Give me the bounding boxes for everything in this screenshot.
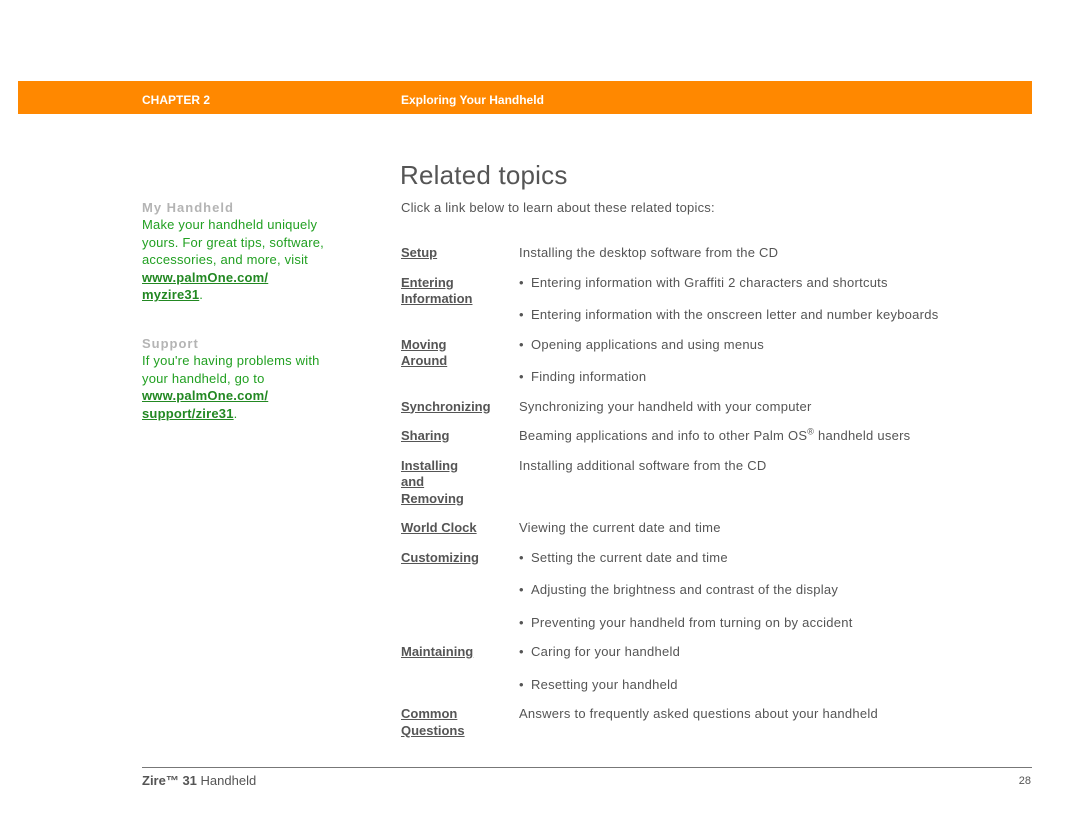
sidebar-heading: My Handheld bbox=[142, 200, 234, 215]
topic-link[interactable]: Synchronizing bbox=[401, 399, 519, 416]
chapter-label: CHAPTER 2 bbox=[142, 93, 211, 107]
topic-item: • Finding information bbox=[519, 369, 1021, 386]
topic-item-text: Beaming applications and info to other P… bbox=[519, 426, 911, 443]
topic-item: • Resetting your handheld bbox=[519, 677, 1021, 694]
topic-item: Viewing the current date and time bbox=[519, 520, 1021, 537]
bullet-icon: • bbox=[519, 336, 524, 352]
topic-item: • Opening applications and using menus bbox=[519, 337, 1021, 354]
topic-row: Customizing • Setting the current date and… bbox=[401, 550, 1021, 632]
bullet-icon: • bbox=[519, 644, 524, 659]
related-topics-list: Setup Installing the desktop software fro… bbox=[401, 245, 1021, 752]
registered-mark: ® bbox=[807, 426, 815, 437]
topic-item: • Preventing your handheld from turning o… bbox=[519, 615, 1021, 632]
chapter-header-bar: CHAPTER 2 Exploring Your Handheld bbox=[18, 81, 1032, 114]
topic-item-text: Installing additional software from the … bbox=[519, 457, 767, 473]
sidebar: My Handheld Make your handheld uniquely … bbox=[142, 199, 332, 453]
myzire31-link[interactable]: www.palmOne.com/ myzire31 bbox=[142, 270, 268, 303]
bullet-icon: • bbox=[519, 369, 524, 384]
topic-link[interactable]: Common Questions bbox=[401, 706, 481, 739]
topic-link[interactable]: Entering Information bbox=[401, 275, 481, 324]
bullet-icon: • bbox=[519, 274, 524, 290]
topic-description: Answers to frequently asked questions ab… bbox=[519, 706, 1021, 739]
topic-item-text: Opening applications and using menus bbox=[531, 336, 765, 352]
sidebar-block-support: Support If you're having problems with y… bbox=[142, 335, 332, 422]
topic-item-text: Entering information with the onscreen l… bbox=[531, 307, 939, 322]
topic-row: Entering Information • Entering informatio… bbox=[401, 275, 1021, 324]
sidebar-suffix: . bbox=[199, 287, 204, 303]
topic-description: • Caring for your handheld • Resetting your… bbox=[519, 644, 1021, 693]
sidebar-suffix: . bbox=[233, 405, 238, 421]
topic-item: • Entering information with the onscreen … bbox=[519, 307, 1021, 324]
topic-link[interactable]: Customizing bbox=[401, 550, 519, 632]
topic-row: Common Questions Answers to frequently as… bbox=[401, 706, 1021, 739]
topic-item: • Caring for your handheld bbox=[519, 644, 1021, 661]
topic-description: Beaming applications and info to other P… bbox=[519, 426, 1021, 445]
topic-item-text: Answers to frequently asked questions ab… bbox=[519, 706, 878, 721]
topic-description: Installing additional software from the … bbox=[519, 458, 1021, 508]
topic-link[interactable]: Maintaining bbox=[401, 644, 519, 693]
topic-link[interactable]: Installing and Removing bbox=[401, 458, 481, 508]
bullet-icon: • bbox=[519, 676, 524, 692]
support-link[interactable]: www.palmOne.com/ support/zire31 bbox=[142, 388, 268, 421]
topic-item: Installing additional software from the … bbox=[519, 458, 1021, 475]
topic-description: Synchronizing your handheld with your co… bbox=[519, 399, 1021, 416]
page-title: Related topics bbox=[400, 160, 568, 190]
sidebar-text: If you're having problems with your hand… bbox=[142, 352, 332, 422]
topic-item-text: Installing the desktop software from the… bbox=[519, 245, 779, 260]
topic-description: • Setting the current date and time • Adjus… bbox=[519, 550, 1021, 632]
topic-item-text: Resetting your handheld bbox=[531, 676, 678, 692]
topic-row: World Clock Viewing the current date and … bbox=[401, 520, 1021, 537]
topic-item-text: Viewing the current date and time bbox=[519, 520, 721, 535]
bullet-icon: • bbox=[519, 549, 524, 565]
topic-row: Sharing Beaming applications and info to … bbox=[401, 426, 1021, 445]
footer-product-suffix: Handheld bbox=[196, 773, 257, 788]
topic-item-text: Adjusting the brightness and contrast of… bbox=[531, 582, 839, 597]
bullet-icon: • bbox=[519, 307, 524, 322]
topic-row: Moving Around • Opening applications and u… bbox=[401, 337, 1021, 386]
topic-item: • Adjusting the brightness and contrast o… bbox=[519, 582, 1021, 599]
topic-description: Viewing the current date and time bbox=[519, 520, 1021, 537]
topic-item: Beaming applications and info to other P… bbox=[519, 426, 1021, 445]
footer-product-name: Zire™ 31 bbox=[142, 773, 197, 788]
sidebar-block-my-handheld: My Handheld Make your handheld uniquely … bbox=[142, 199, 332, 304]
topic-item-text: Caring for your handheld bbox=[531, 644, 681, 659]
topic-description: • Entering information with Graffiti 2 ch… bbox=[519, 275, 1021, 324]
sidebar-heading: Support bbox=[142, 335, 199, 351]
topic-item-text: Entering information with Graffiti 2 cha… bbox=[531, 274, 888, 290]
topic-item-text: Finding information bbox=[531, 369, 647, 384]
topic-row: Maintaining • Caring for your handheld • Res… bbox=[401, 644, 1021, 693]
sidebar-body: Make your handheld uniquely yours. For g… bbox=[142, 217, 324, 268]
topic-link[interactable]: Moving Around bbox=[401, 337, 481, 386]
sidebar-body: If you're having problems with your hand… bbox=[142, 352, 320, 386]
topic-item-text: Preventing your handheld from turning on… bbox=[531, 614, 853, 630]
footer-product: Zire™ 31 Handheld bbox=[142, 773, 256, 788]
intro-text: Click a link below to learn about these … bbox=[401, 200, 715, 215]
bullet-icon: • bbox=[519, 582, 524, 597]
sidebar-text: Make your handheld uniquely yours. For g… bbox=[142, 216, 332, 304]
footer-divider bbox=[142, 767, 1032, 768]
chapter-title: Exploring Your Handheld bbox=[401, 93, 544, 107]
topic-row: Synchronizing Synchronizing your handheld… bbox=[401, 399, 1021, 416]
topic-link[interactable]: Sharing bbox=[401, 428, 519, 445]
topic-row: Setup Installing the desktop software fro… bbox=[401, 245, 1021, 262]
page-number: 28 bbox=[1018, 775, 1031, 787]
topic-item: Synchronizing your handheld with your co… bbox=[519, 399, 1021, 416]
topic-link[interactable]: World Clock bbox=[401, 520, 519, 537]
topic-link[interactable]: Setup bbox=[401, 245, 519, 262]
topic-item: Installing the desktop software from the… bbox=[519, 245, 1021, 262]
topic-item: Answers to frequently asked questions ab… bbox=[519, 706, 1021, 723]
topic-item-text: Synchronizing your handheld with your co… bbox=[519, 398, 812, 414]
topic-item: • Entering information with Graffiti 2 ch… bbox=[519, 275, 1021, 292]
topic-item-text: Setting the current date and time bbox=[531, 549, 728, 565]
bullet-icon: • bbox=[519, 614, 524, 630]
topic-item: • Setting the current date and time bbox=[519, 550, 1021, 567]
topic-description: • Opening applications and using menus • Fi… bbox=[519, 337, 1021, 386]
topic-row: Installing and Removing Installing additi… bbox=[401, 458, 1021, 508]
topic-description: Installing the desktop software from the… bbox=[519, 245, 1021, 262]
